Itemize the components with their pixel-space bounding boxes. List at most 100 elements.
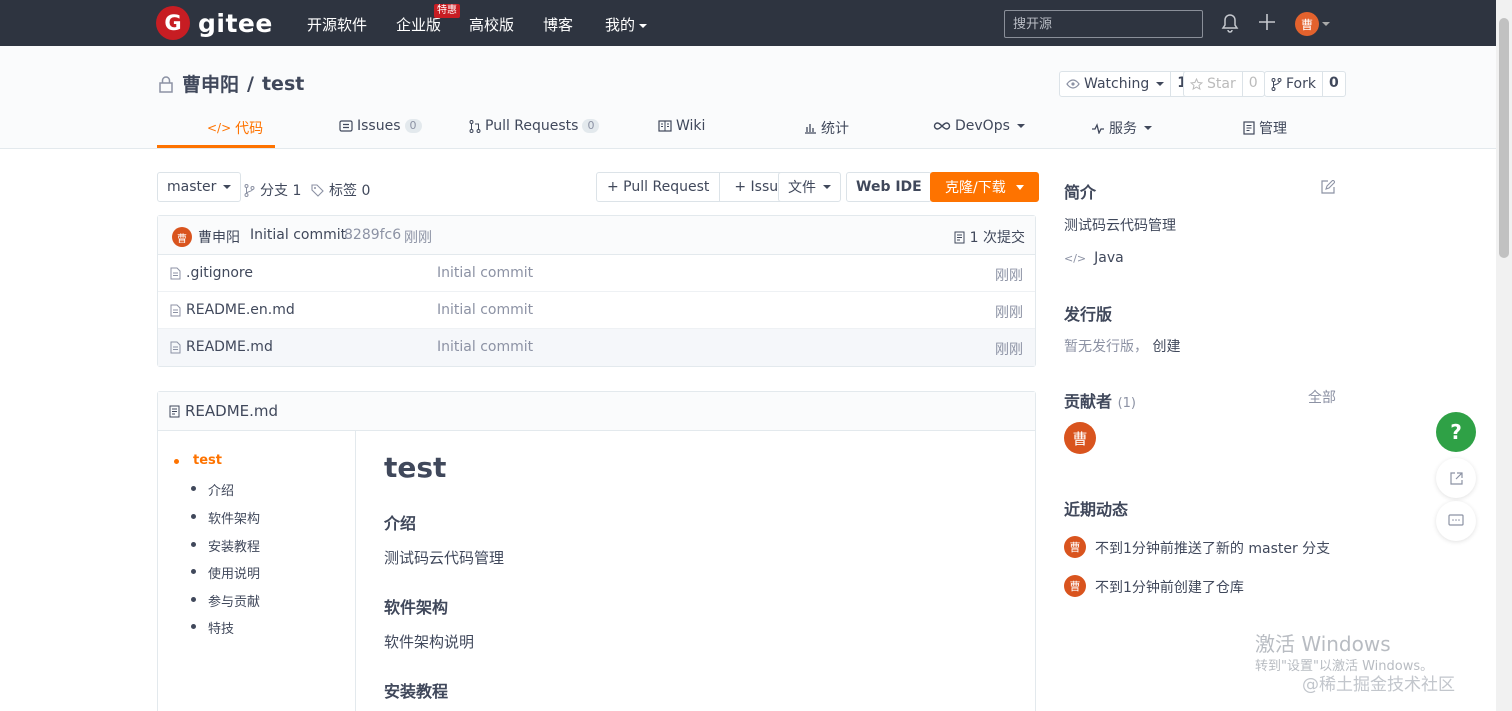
file-row[interactable]: .gitignore Initial commit 刚刚 bbox=[158, 255, 1035, 292]
file-name[interactable]: README.en.md bbox=[186, 302, 295, 318]
toc-bullet bbox=[191, 624, 196, 629]
contributors-count: (1) bbox=[1117, 396, 1137, 411]
activity-text[interactable]: 不到1分钟前推送了新的 master 分支 bbox=[1095, 538, 1330, 558]
web-ide-button[interactable]: Web IDE bbox=[846, 172, 932, 202]
tab-issues[interactable]: Issues 0 bbox=[339, 118, 422, 134]
tab-devops-label: DevOps bbox=[955, 118, 1010, 134]
gitee-logo[interactable]: G gitee bbox=[156, 6, 273, 40]
toc-item[interactable]: 参与贡献 bbox=[208, 591, 260, 610]
tab-devops[interactable]: DevOps bbox=[933, 118, 1025, 134]
intro-text: 测试码云代码管理 bbox=[1064, 218, 1176, 234]
stats-icon bbox=[805, 124, 816, 134]
branches-link[interactable]: 分支 1 bbox=[244, 180, 301, 200]
file-commit-message[interactable]: Initial commit bbox=[437, 302, 533, 318]
juejin-credit-watermark: @稀土掘金技术社区 bbox=[1302, 675, 1455, 695]
file-commit-message[interactable]: Initial commit bbox=[437, 265, 533, 281]
readme-toc: test 介绍 软件架构 安装教程 使用说明 参与贡献 特技 bbox=[158, 431, 356, 711]
file-commit-time: 刚刚 bbox=[995, 305, 1023, 321]
readme-paragraph: 测试码云代码管理 bbox=[384, 549, 505, 567]
toc-item-root[interactable]: test bbox=[193, 453, 222, 468]
watch-button[interactable]: Watching 1 bbox=[1059, 71, 1194, 97]
watch-label-wrap[interactable]: Watching bbox=[1060, 72, 1172, 96]
pull-request-icon bbox=[469, 119, 481, 133]
branch-select[interactable]: master bbox=[157, 172, 242, 202]
commit-count-label: 1 次提交 bbox=[969, 230, 1025, 246]
lock-icon bbox=[159, 75, 173, 93]
edit-icon[interactable] bbox=[1321, 180, 1335, 194]
issues-icon bbox=[339, 120, 353, 132]
activity-avatar[interactable]: 曹 bbox=[1064, 575, 1086, 597]
commit-time: 刚刚 bbox=[404, 230, 432, 246]
tab-wiki[interactable]: Wiki bbox=[658, 118, 705, 134]
file-menu-button[interactable]: 文件 bbox=[778, 172, 841, 202]
gitee-logo-text: gitee bbox=[198, 8, 273, 38]
new-pull-request-button[interactable]: + Pull Request bbox=[597, 173, 721, 201]
contributor-avatar[interactable]: 曹 bbox=[1064, 422, 1096, 454]
toc-item[interactable]: 使用说明 bbox=[208, 563, 260, 582]
tab-manage[interactable]: 管理 bbox=[1243, 118, 1287, 138]
nav-mine[interactable]: 我的 bbox=[605, 14, 647, 35]
chat-icon bbox=[1448, 514, 1464, 526]
bell-icon[interactable] bbox=[1221, 13, 1239, 33]
commit-author-avatar[interactable]: 曹 bbox=[172, 227, 192, 247]
feedback-button[interactable] bbox=[1436, 501, 1476, 541]
file-name[interactable]: README.md bbox=[186, 339, 273, 355]
repo-separator: / bbox=[247, 72, 254, 95]
tag-icon bbox=[311, 183, 324, 197]
fork-label-wrap[interactable]: Fork bbox=[1265, 72, 1323, 96]
plus-icon[interactable] bbox=[1258, 13, 1276, 31]
user-avatar[interactable]: 曹 bbox=[1295, 12, 1319, 36]
repo-title: 曹申阳 / test bbox=[158, 70, 304, 97]
file-name[interactable]: .gitignore bbox=[186, 265, 253, 281]
chevron-down-icon[interactable] bbox=[1322, 22, 1330, 26]
help-button[interactable]: ? bbox=[1436, 412, 1476, 452]
fork-button[interactable]: Fork 0 bbox=[1264, 71, 1346, 97]
tab-code[interactable]: </> 代码 bbox=[207, 118, 263, 138]
file-row[interactable]: README.md Initial commit 刚刚 bbox=[158, 329, 1035, 366]
wiki-icon bbox=[658, 120, 672, 132]
clone-download-button[interactable]: 克隆/下载 bbox=[930, 172, 1039, 202]
toc-item[interactable]: 特技 bbox=[208, 618, 234, 637]
share-button[interactable] bbox=[1436, 458, 1476, 498]
toc-item[interactable]: 安装教程 bbox=[208, 536, 260, 555]
file-icon bbox=[170, 341, 181, 353]
activity-text[interactable]: 不到1分钟前创建了仓库 bbox=[1095, 577, 1244, 597]
readme-filename: README.md bbox=[185, 402, 279, 420]
repo-name-link[interactable]: test bbox=[262, 73, 304, 95]
tab-services[interactable]: 服务 bbox=[1091, 118, 1152, 138]
fork-count[interactable]: 0 bbox=[1323, 72, 1345, 96]
commit-count-link[interactable]: 1 次提交 bbox=[954, 227, 1025, 247]
release-text-line: 暂无发行版， 创建 bbox=[1064, 336, 1180, 356]
search-input[interactable] bbox=[1004, 10, 1203, 38]
file-list: 曹 曹申阳 Initial commit 8289fc6 刚刚 1 次提交 .g… bbox=[157, 215, 1036, 367]
nav-open-source[interactable]: 开源软件 bbox=[307, 14, 367, 35]
commit-hash[interactable]: 8289fc6 bbox=[344, 227, 401, 243]
release-title: 发行版 bbox=[1064, 305, 1113, 324]
manage-icon bbox=[1243, 121, 1255, 135]
file-row[interactable]: README.en.md Initial commit 刚刚 bbox=[158, 292, 1035, 329]
star-label-wrap[interactable]: Star bbox=[1184, 72, 1243, 96]
issues-count-badge: 0 bbox=[404, 119, 422, 133]
toc-item[interactable]: 介绍 bbox=[208, 480, 234, 499]
file-commit-message[interactable]: Initial commit bbox=[437, 339, 533, 355]
tab-pull-requests[interactable]: Pull Requests 0 bbox=[469, 118, 600, 134]
tab-stats[interactable]: 统计 bbox=[804, 118, 849, 138]
repo-owner-link[interactable]: 曹申阳 bbox=[182, 70, 239, 97]
nav-blog[interactable]: 博客 bbox=[543, 14, 573, 35]
tags-link[interactable]: 标签 0 bbox=[311, 180, 370, 200]
commit-message[interactable]: Initial commit bbox=[250, 227, 346, 243]
language-label: Java bbox=[1094, 250, 1124, 266]
active-tab-indicator bbox=[157, 145, 275, 148]
readme-paragraph: 软件架构说明 bbox=[384, 633, 475, 651]
contributors-all-link[interactable]: 全部 bbox=[1308, 387, 1336, 407]
release-create-link[interactable]: 创建 bbox=[1152, 339, 1180, 355]
star-count[interactable]: 0 bbox=[1243, 72, 1264, 96]
toc-item[interactable]: 软件架构 bbox=[208, 508, 260, 527]
document-icon bbox=[954, 231, 965, 243]
pulse-icon bbox=[1092, 122, 1104, 134]
scrollbar-thumb[interactable] bbox=[1499, 18, 1509, 258]
nav-education[interactable]: 高校版 bbox=[469, 14, 514, 35]
star-button[interactable]: Star 0 bbox=[1183, 71, 1265, 97]
activity-avatar[interactable]: 曹 bbox=[1064, 536, 1086, 558]
commit-author[interactable]: 曹申阳 bbox=[198, 227, 240, 247]
